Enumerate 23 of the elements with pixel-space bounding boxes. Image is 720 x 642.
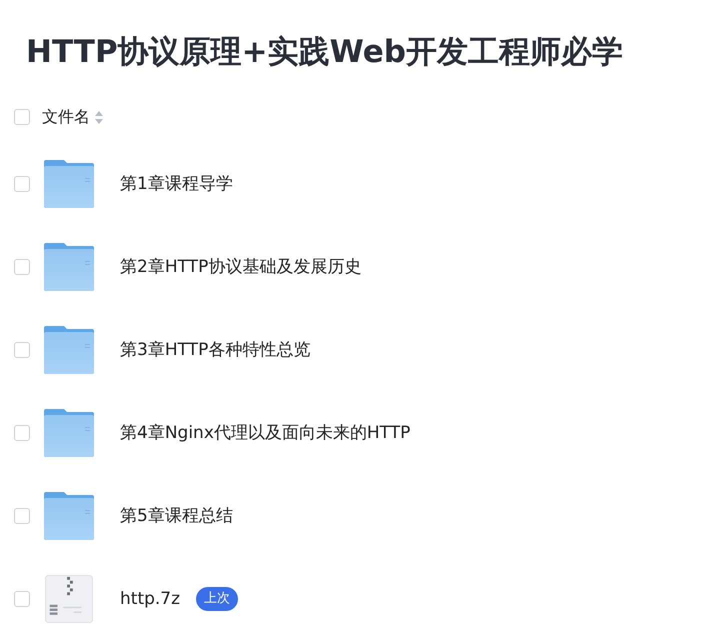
- row-checkbox[interactable]: [14, 258, 30, 274]
- file-name[interactable]: 第4章Nginx代理以及面向未来的HTTP: [120, 421, 410, 444]
- row-checkbox[interactable]: [14, 342, 30, 358]
- folder-icon: [44, 408, 94, 456]
- row-checkbox[interactable]: [14, 424, 30, 440]
- name-column-header[interactable]: 文件名: [42, 106, 90, 128]
- file-name[interactable]: 第3章HTTP各种特性总览: [120, 338, 310, 361]
- row-checkbox[interactable]: [14, 590, 30, 606]
- row-checkbox[interactable]: [14, 508, 30, 524]
- page-title: HTTP协议原理+实践Web开发工程师必学: [26, 33, 623, 72]
- row-checkbox[interactable]: [14, 176, 30, 192]
- archive-file-icon: [44, 574, 94, 622]
- sort-icon[interactable]: [95, 110, 103, 124]
- file-name[interactable]: 第1章课程导学: [120, 172, 233, 195]
- folder-icon: [44, 242, 94, 290]
- file-name[interactable]: 第2章HTTP协议基础及发展历史: [120, 255, 362, 278]
- recent-badge: 上次: [196, 586, 238, 610]
- select-all-checkbox[interactable]: [14, 109, 30, 125]
- folder-icon: [44, 492, 94, 540]
- file-name[interactable]: http.7z: [120, 588, 180, 608]
- file-name[interactable]: 第5章课程总结: [120, 504, 233, 527]
- folder-icon: [44, 160, 94, 208]
- folder-icon: [44, 326, 94, 374]
